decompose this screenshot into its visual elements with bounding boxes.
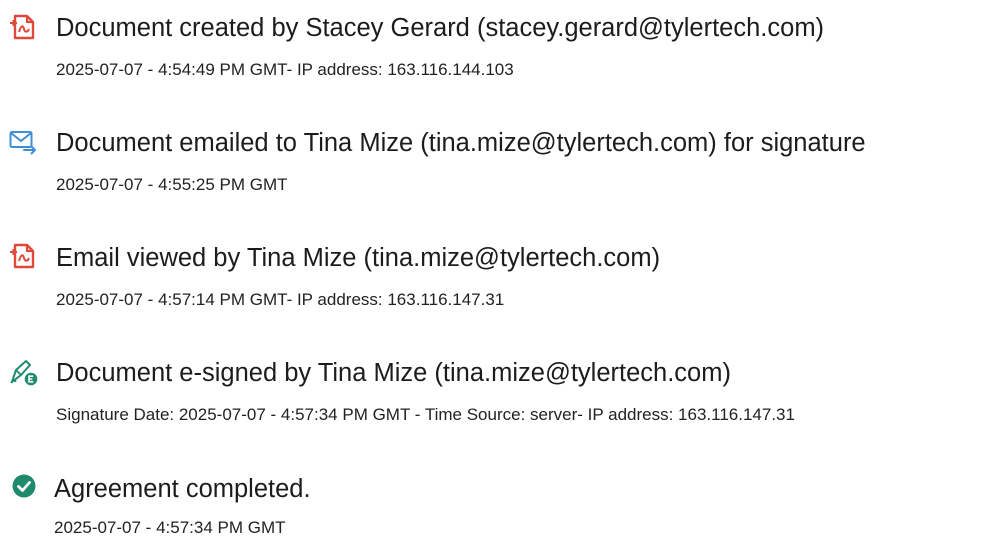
- checkmark-icon: [8, 472, 38, 500]
- event-detail: 2025-07-07 - 4:54:49 PM GMT- IP address:…: [56, 60, 514, 79]
- e-signature-icon: [8, 358, 38, 386]
- email-sent-icon: [8, 128, 38, 156]
- audit-history: Document created by Stacey Gerard (stace…: [0, 0, 984, 539]
- event-title: Document e-signed by Tina Mize (tina.miz…: [56, 359, 731, 387]
- event-title: Document emailed to Tina Mize (tina.mize…: [56, 129, 866, 157]
- pdf-document-icon: [8, 242, 38, 270]
- event-title: Email viewed by Tina Mize (tina.mize@tyl…: [56, 244, 661, 272]
- event-detail: Signature Date: 2025-07-07 - 4:57:34 PM …: [56, 405, 795, 424]
- pdf-document-icon: [8, 13, 38, 41]
- event-detail: 2025-07-07 - 4:57:14 PM GMT- IP address:…: [56, 290, 505, 309]
- event-title: Agreement completed.: [54, 475, 311, 503]
- event-detail: 2025-07-07 - 4:57:34 PM GMT: [54, 518, 286, 537]
- event-detail: 2025-07-07 - 4:55:25 PM GMT: [56, 175, 288, 194]
- event-title: Document created by Stacey Gerard (stace…: [56, 14, 825, 42]
